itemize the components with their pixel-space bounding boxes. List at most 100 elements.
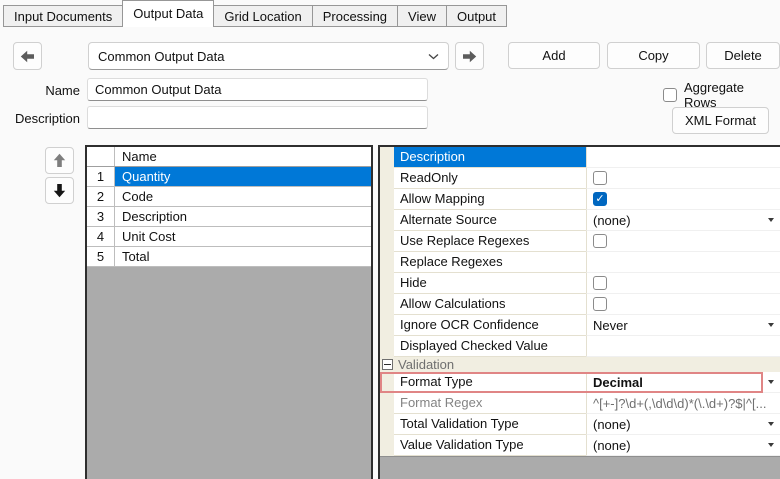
property-value[interactable]: ^[+-]?\d+(,\d\d\d)*(\.\d+)?$|^[...	[586, 393, 780, 414]
property-label[interactable]: Total Validation Type	[394, 414, 586, 435]
dropdown-arrow-icon[interactable]	[768, 380, 774, 384]
tab-output-data[interactable]: Output Data	[122, 0, 214, 27]
property-label[interactable]: Alternate Source	[394, 210, 586, 231]
property-grid: DescriptionReadOnlyAllow Mapping ✓ Alterna…	[378, 145, 780, 479]
table-row[interactable]: 3Description	[87, 207, 371, 227]
property-value-text: (none)	[593, 417, 631, 432]
add-button[interactable]: Add	[508, 42, 600, 69]
property-label[interactable]: Allow Calculations	[394, 294, 586, 315]
description-field[interactable]	[87, 106, 428, 129]
name-label: Name	[0, 83, 80, 98]
property-row-use-replace-regexes: Use Replace Regexes	[380, 231, 780, 252]
property-value-text: Decimal	[593, 375, 643, 390]
property-label[interactable]: Ignore OCR Confidence	[394, 315, 586, 336]
property-gutter	[380, 435, 394, 456]
row-name: Unit Cost	[115, 227, 371, 246]
row-number: 3	[87, 207, 115, 226]
dropdown-arrow-icon[interactable]	[768, 443, 774, 447]
property-value[interactable]: (none)	[586, 435, 780, 456]
property-value-text: ^[+-]?\d+(,\d\d\d)*(\.\d+)?$|^[...	[593, 396, 766, 411]
add-button-label: Add	[542, 48, 565, 63]
delete-button[interactable]: Delete	[706, 42, 780, 69]
property-gutter	[380, 189, 394, 210]
property-row-allow-calculations: Allow Calculations	[380, 294, 780, 315]
property-value[interactable]	[586, 147, 780, 168]
property-value[interactable]	[586, 336, 780, 357]
name-field[interactable]: Common Output Data	[87, 78, 428, 101]
property-value[interactable]: (none)	[586, 414, 780, 435]
property-label[interactable]: Value Validation Type	[394, 435, 586, 456]
property-label[interactable]: ReadOnly	[394, 168, 586, 189]
property-row-displayed-checked-value: Displayed Checked Value	[380, 336, 780, 357]
property-gutter	[380, 147, 394, 168]
table-row[interactable]: 4Unit Cost	[87, 227, 371, 247]
property-row-allow-mapping: Allow Mapping ✓	[380, 189, 780, 210]
move-up-button[interactable]	[45, 147, 74, 174]
property-value[interactable]	[586, 252, 780, 273]
property-value[interactable]: ✓	[586, 189, 780, 210]
dropdown-arrow-icon[interactable]	[768, 323, 774, 327]
aggregate-rows-checkbox[interactable]	[663, 88, 677, 102]
property-gutter	[380, 393, 394, 414]
property-value[interactable]	[586, 273, 780, 294]
property-label[interactable]: Format Regex	[394, 393, 586, 414]
property-row-alternate-source: Alternate Source (none)	[380, 210, 780, 231]
property-label[interactable]: Displayed Checked Value	[394, 336, 586, 357]
property-row-description: Description	[380, 147, 780, 168]
property-gutter	[380, 336, 394, 357]
tab-grid-location[interactable]: Grid Location	[213, 5, 312, 27]
property-label[interactable]: Use Replace Regexes	[394, 231, 586, 252]
app-window: Input DocumentsOutput DataGrid LocationP…	[0, 0, 780, 479]
table-row[interactable]: 1Quantity	[87, 167, 371, 187]
property-label[interactable]: Description	[394, 147, 586, 168]
property-checkbox[interactable]: ✓	[593, 192, 607, 206]
xml-format-button[interactable]: XML Format	[672, 107, 769, 134]
dropdown-arrow-icon[interactable]	[768, 218, 774, 222]
property-value-text: (none)	[593, 213, 631, 228]
property-checkbox[interactable]	[593, 297, 607, 311]
row-number: 2	[87, 187, 115, 206]
tab-output[interactable]: Output	[446, 5, 507, 27]
property-value[interactable]: (none)	[586, 210, 780, 231]
dataset-select[interactable]: Common Output Data	[88, 42, 449, 70]
property-checkbox[interactable]	[593, 234, 607, 248]
property-value[interactable]	[586, 294, 780, 315]
next-dataset-button[interactable]	[455, 42, 484, 70]
name-field-value: Common Output Data	[95, 82, 221, 97]
property-checkbox[interactable]	[593, 171, 607, 185]
property-label[interactable]: Allow Mapping	[394, 189, 586, 210]
row-number-header	[87, 147, 115, 166]
property-label[interactable]: Hide	[394, 273, 586, 294]
property-gutter	[380, 414, 394, 435]
tab-processing[interactable]: Processing	[312, 5, 398, 27]
property-value[interactable]	[586, 168, 780, 189]
property-label[interactable]: Format Type	[394, 372, 586, 393]
property-value[interactable]: Never	[586, 315, 780, 336]
property-row-value-validation-type: Value Validation Type(none)	[380, 435, 780, 456]
property-gutter	[380, 210, 394, 231]
table-empty-area	[87, 267, 371, 479]
move-down-button[interactable]	[45, 177, 74, 204]
property-row-total-validation-type: Total Validation Type (none)	[380, 414, 780, 435]
table-header-row: Name	[87, 147, 371, 167]
tab-view[interactable]: View	[397, 5, 447, 27]
description-label: Description	[0, 111, 80, 126]
table-row[interactable]: 5Total	[87, 247, 371, 267]
tab-input-documents[interactable]: Input Documents	[3, 5, 123, 27]
back-arrow-icon	[20, 50, 35, 63]
dropdown-arrow-icon[interactable]	[768, 422, 774, 426]
property-checkbox[interactable]	[593, 276, 607, 290]
property-value-text: Never	[593, 318, 628, 333]
copy-button[interactable]: Copy	[607, 42, 700, 69]
previous-dataset-button[interactable]	[13, 42, 42, 70]
row-name: Total	[115, 247, 371, 266]
property-value[interactable]	[586, 231, 780, 252]
collapse-icon[interactable]	[382, 359, 393, 370]
delete-button-label: Delete	[724, 48, 762, 63]
property-gutter	[380, 372, 394, 393]
table-row[interactable]: 2Code	[87, 187, 371, 207]
check-icon: ✓	[595, 194, 604, 205]
property-label[interactable]: Replace Regexes	[394, 252, 586, 273]
property-value[interactable]: Decimal	[586, 372, 780, 393]
tab-bar: Input DocumentsOutput DataGrid LocationP…	[0, 0, 780, 27]
